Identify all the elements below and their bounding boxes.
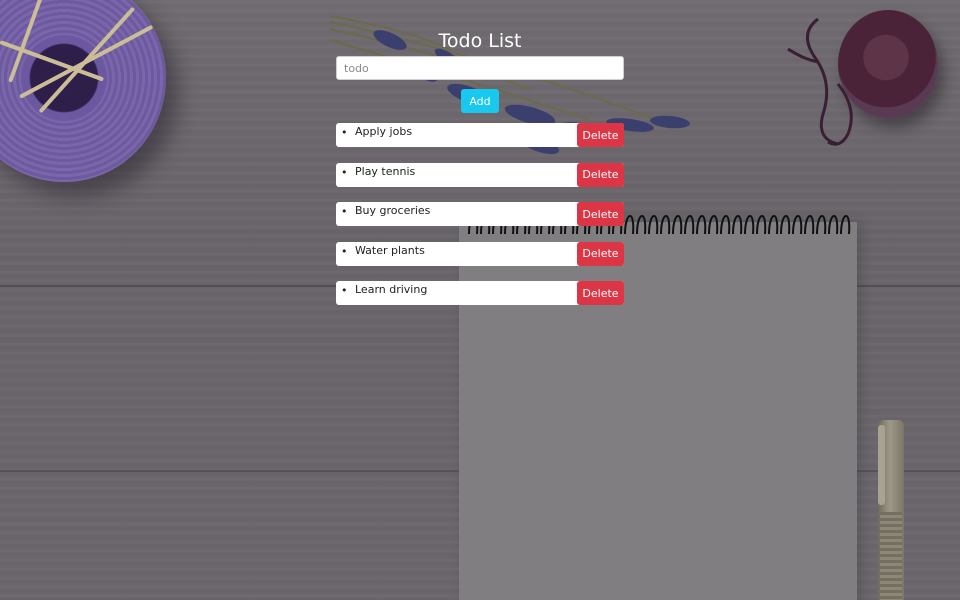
page-title: Todo List xyxy=(438,30,522,52)
todo-item: • Buy groceries Delete xyxy=(336,202,624,226)
bullet-icon: • xyxy=(341,244,348,258)
delete-button[interactable]: Delete xyxy=(577,202,624,226)
todo-item-text: Buy groceries xyxy=(355,204,431,217)
todo-app: Todo List Add • Apply jobs Delete • Play… xyxy=(336,0,624,321)
todo-input[interactable] xyxy=(336,56,624,80)
bullet-icon: • xyxy=(341,165,348,179)
bullet-icon: • xyxy=(341,284,348,297)
todo-list: • Apply jobs Delete • Play tennis Delete… xyxy=(336,123,624,305)
pen-clip xyxy=(878,425,885,505)
delete-button[interactable]: Delete xyxy=(577,241,624,266)
todo-item: • Play tennis Delete xyxy=(336,162,624,187)
todo-item-text: Learn driving xyxy=(355,283,428,296)
todo-item: • Water plants Delete xyxy=(336,241,624,266)
todo-item: • Learn driving Delete xyxy=(336,281,624,305)
pen-grip xyxy=(880,512,902,600)
bullet-icon: • xyxy=(341,126,348,139)
delete-button[interactable]: Delete xyxy=(577,162,624,187)
todo-item-text: Play tennis xyxy=(355,164,416,178)
todo-item: • Apply jobs Delete xyxy=(336,123,624,147)
delete-button[interactable]: Delete xyxy=(577,123,624,147)
add-row: Add xyxy=(336,89,624,113)
delete-button[interactable]: Delete xyxy=(577,281,624,305)
add-button[interactable]: Add xyxy=(461,89,499,113)
todo-item-text: Apply jobs xyxy=(355,125,413,138)
bullet-icon: • xyxy=(341,205,348,218)
todo-item-text: Water plants xyxy=(355,243,425,257)
candle-cord xyxy=(787,17,853,146)
